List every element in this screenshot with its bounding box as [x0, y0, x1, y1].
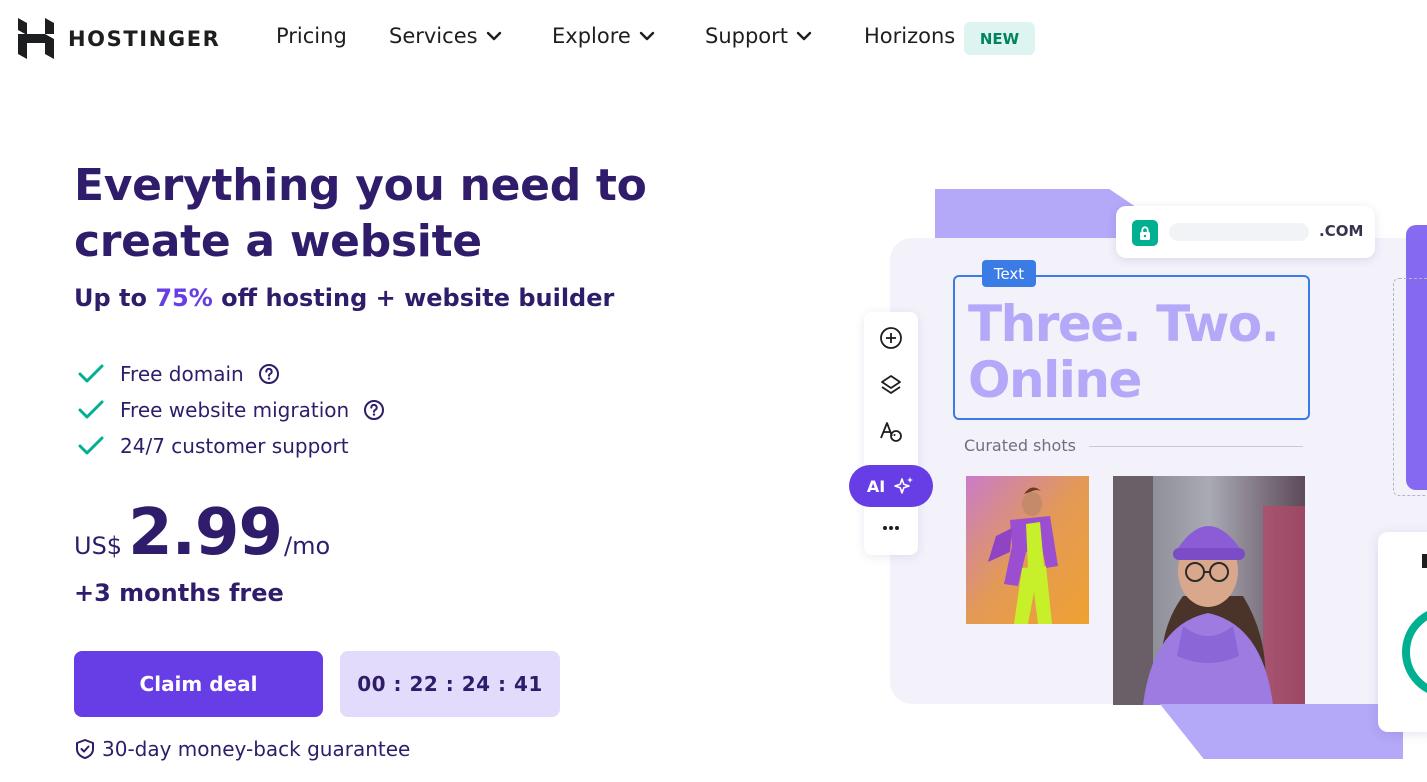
stats-card: [1378, 532, 1427, 732]
more-icon[interactable]: [879, 516, 903, 540]
chevron-down-icon: [639, 31, 655, 41]
nav-item-label: Pricing: [276, 24, 347, 48]
check-icon: [78, 364, 104, 383]
nav-item-support[interactable]: Support: [705, 24, 812, 48]
nav-item-label: Horizons: [864, 24, 956, 48]
nav-item-pricing[interactable]: Pricing: [276, 24, 347, 48]
curated-photo: [1113, 476, 1305, 705]
check-icon: [78, 436, 104, 455]
hero-title: Everything you need to create a website: [74, 160, 647, 267]
decorative-shape: [1160, 704, 1403, 759]
divider: [1089, 446, 1303, 447]
url-bar: .COM: [1116, 206, 1375, 258]
progress-ring-icon: [1402, 554, 1427, 693]
font-style-icon[interactable]: [879, 420, 903, 444]
help-icon[interactable]: [363, 399, 385, 421]
text-element-tag: Text: [982, 260, 1036, 287]
lock-icon: [1132, 220, 1158, 246]
discount-percent: 75%: [155, 284, 213, 312]
chevron-down-icon: [486, 31, 501, 41]
nav-item-label: Explore: [552, 24, 631, 48]
check-icon: [78, 400, 104, 419]
feature-label: 24/7 customer support: [120, 434, 349, 458]
chevron-down-icon: [796, 31, 812, 41]
price-currency: US$: [74, 532, 123, 560]
subtitle-prefix: Up to: [74, 284, 156, 312]
curated-shots-label: Curated shots: [964, 436, 1076, 455]
subtitle-suffix: off hosting + website builder: [212, 284, 615, 312]
nav-item-explore[interactable]: Explore: [552, 24, 655, 48]
feature-list: Free domain Free website migration 24/7 …: [78, 356, 385, 464]
dashed-placeholder: [1393, 278, 1427, 496]
new-badge: NEW: [964, 22, 1035, 55]
price: US$ 2.99 /mo: [74, 496, 330, 570]
nav-item-label: Support: [705, 24, 789, 48]
feature-item: 24/7 customer support: [78, 428, 385, 464]
brand-name: HOSTINGER: [68, 26, 221, 51]
domain-tld: .COM: [1319, 222, 1364, 240]
hostinger-logo[interactable]: HOSTINGER: [18, 18, 220, 59]
feature-label: Free website migration: [120, 398, 350, 422]
feature-label: Free domain: [120, 362, 244, 386]
url-placeholder: [1169, 223, 1309, 241]
nav-item-horizons[interactable]: Horizons: [864, 24, 955, 48]
editor-toolbar: [864, 312, 918, 555]
shield-check-icon: [76, 739, 94, 759]
top-navigation: HOSTINGER Pricing Services Explore Suppo…: [0, 0, 1427, 78]
layers-icon[interactable]: [879, 373, 903, 397]
add-icon[interactable]: [879, 326, 903, 350]
guarantee-label: 30-day money-back guarantee: [102, 737, 411, 761]
sparkle-icon: [894, 477, 914, 494]
feature-item: Free website migration: [78, 392, 385, 428]
ai-assistant-button[interactable]: AI: [849, 465, 933, 507]
money-back-guarantee: 30-day money-back guarantee: [74, 737, 410, 761]
price-amount: 2.99: [128, 496, 283, 570]
hostinger-logo-icon: [18, 18, 54, 59]
decorative-shape: [935, 189, 1140, 241]
curated-photo: [966, 476, 1089, 624]
nav-item-label: Services: [389, 24, 478, 48]
ai-label: AI: [866, 476, 886, 496]
nav-item-services[interactable]: Services: [389, 24, 502, 48]
headline-text: Three. Two. Online: [968, 295, 1280, 409]
price-period: /mo: [283, 532, 331, 560]
claim-deal-button[interactable]: Claim deal: [74, 651, 323, 717]
bonus-offer: +3 months free: [74, 579, 284, 607]
hero-subtitle: Up to 75% off hosting + website builder: [74, 284, 614, 312]
feature-item: Free domain: [78, 356, 385, 392]
help-icon[interactable]: [258, 363, 280, 385]
countdown-timer: 00 : 22 : 24 : 41: [340, 651, 560, 717]
